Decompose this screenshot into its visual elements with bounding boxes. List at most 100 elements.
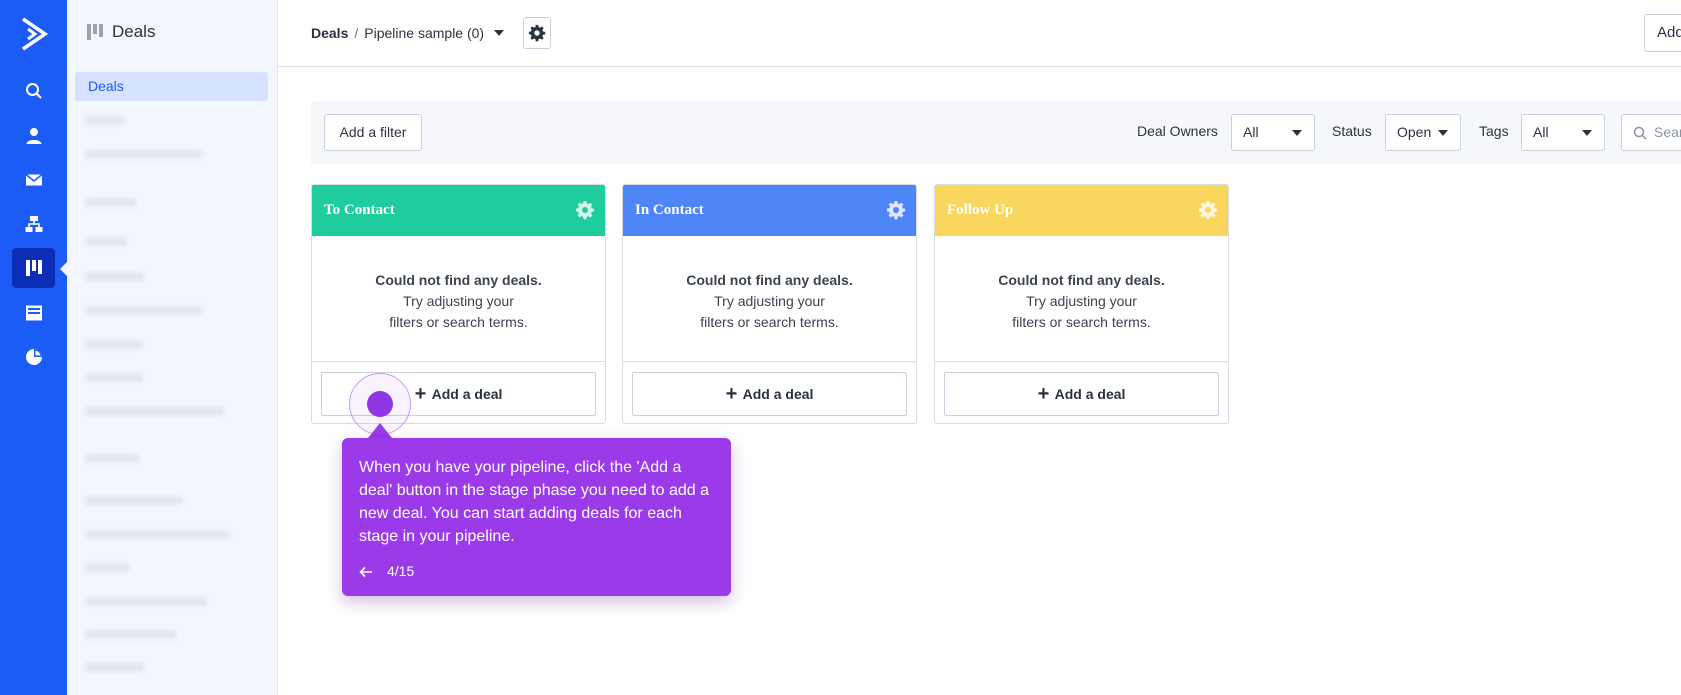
status-label: Status	[1332, 123, 1372, 139]
gear-icon[interactable]	[575, 200, 595, 220]
search-input[interactable]: Search	[1621, 114, 1681, 151]
gear-icon[interactable]	[886, 200, 906, 220]
stage-header: In Contact	[623, 185, 916, 236]
blurred-sidebar-item[interactable]	[85, 597, 207, 606]
blurred-sidebar-item[interactable]	[85, 237, 127, 246]
sidebar-title: Deals	[112, 22, 156, 41]
add-deal-top-button[interactable]: Add	[1644, 14, 1681, 52]
stage-header: To Contact	[312, 185, 605, 236]
blurred-sidebar-item[interactable]	[85, 563, 130, 572]
chevron-down-icon	[1292, 130, 1302, 136]
filter-bar: Add a filter Deal Owners All Status Open…	[311, 101, 1681, 164]
add-filter-button[interactable]: Add a filter	[324, 114, 422, 151]
empty-title: Could not find any deals.	[375, 272, 542, 288]
search-icon	[1633, 126, 1647, 140]
breadcrumb: Deals / Pipeline sample (0)	[311, 25, 505, 41]
empty-title: Could not find any deals.	[998, 272, 1165, 288]
deals-icon	[25, 260, 42, 276]
empty-title: Could not find any deals.	[686, 272, 853, 288]
guide-tooltip: When you have your pipeline, click the '…	[342, 438, 731, 596]
rail-search[interactable]	[12, 71, 55, 111]
empty-hint-line: Try adjusting your	[403, 293, 514, 309]
rail-automations[interactable]	[12, 204, 55, 244]
stage-title: To Contact	[324, 202, 395, 218]
deals-icon	[87, 24, 103, 40]
tags-select[interactable]: All	[1521, 114, 1605, 151]
blurred-sidebar-item[interactable]	[85, 373, 143, 382]
rail-campaigns[interactable]	[12, 160, 55, 200]
add-deal-label: Add a deal	[431, 386, 503, 402]
plus-icon: +	[1037, 383, 1050, 405]
search-icon	[25, 83, 42, 99]
stage-column: Follow Up Could not find any deals. Try …	[934, 184, 1229, 424]
app-root: Deals Deals Deals / Pipeline sample (0) …	[0, 0, 1681, 695]
empty-state: Could not find any deals. Try adjusting …	[623, 236, 916, 362]
chevron-down-icon[interactable]	[494, 30, 505, 36]
blurred-sidebar-item[interactable]	[85, 530, 230, 539]
empty-hint-line: filters or search terms.	[1012, 314, 1151, 330]
rail-reports[interactable]	[12, 337, 55, 377]
gear-icon	[528, 24, 546, 42]
blurred-sidebar-item[interactable]	[85, 663, 145, 672]
deals-sidebar: Deals Deals	[67, 0, 278, 695]
stage-title: Follow Up	[947, 202, 1014, 218]
add-deal-label: Add a deal	[1054, 386, 1126, 402]
logo-icon[interactable]	[19, 16, 49, 52]
blurred-sidebar-item[interactable]	[85, 340, 143, 349]
rail-deals[interactable]	[12, 248, 55, 288]
sidebar-header: Deals	[87, 22, 155, 42]
empty-hint-line: filters or search terms.	[389, 314, 528, 330]
blurred-sidebar-item[interactable]	[85, 272, 145, 281]
gear-icon[interactable]	[1198, 200, 1218, 220]
plus-icon: +	[414, 383, 427, 405]
add-deal-button[interactable]: + Add a deal	[944, 372, 1219, 416]
breadcrumb-separator: /	[354, 25, 359, 41]
deal-owners-select[interactable]: All	[1231, 114, 1315, 151]
empty-state: Could not find any deals. Try adjusting …	[935, 236, 1228, 362]
empty-hint-line: Try adjusting your	[1026, 293, 1137, 309]
tooltip-pointer	[368, 423, 392, 438]
rail-site[interactable]	[12, 293, 55, 333]
blurred-sidebar-item[interactable]	[85, 116, 125, 125]
empty-hint-line: filters or search terms.	[700, 314, 839, 330]
tags-value: All	[1533, 124, 1549, 140]
arrow-left-icon[interactable]	[359, 566, 373, 578]
plus-icon: +	[725, 383, 738, 405]
status-value: Open	[1397, 124, 1432, 140]
icon-rail	[0, 0, 67, 695]
tooltip-text: When you have your pipeline, click the '…	[359, 459, 709, 545]
search-placeholder: Search	[1654, 124, 1681, 140]
blurred-sidebar-item[interactable]	[85, 306, 203, 315]
blurred-sidebar-item[interactable]	[85, 407, 225, 416]
blurred-sidebar-item[interactable]	[85, 630, 177, 639]
empty-state: Could not find any deals. Try adjusting …	[312, 236, 605, 362]
step-counter: 4/15	[387, 563, 415, 579]
email-icon	[25, 173, 42, 186]
stage-title: In Contact	[635, 202, 704, 218]
chevron-down-icon	[1582, 130, 1592, 136]
deal-owners-label: Deal Owners	[1137, 123, 1218, 139]
blurred-sidebar-item[interactable]	[85, 496, 183, 505]
add-deal-button[interactable]: + Add a deal	[632, 372, 907, 416]
pipeline-settings-button[interactable]	[523, 17, 551, 49]
deal-owners-value: All	[1243, 124, 1259, 140]
status-select[interactable]: Open	[1385, 114, 1461, 151]
add-deal-label: Add a deal	[742, 386, 814, 402]
empty-hint-line: Try adjusting your	[714, 293, 825, 309]
tooltip-footer: 4/15	[359, 560, 414, 583]
tags-label: Tags	[1479, 123, 1509, 139]
page-header: Deals / Pipeline sample (0) Add	[278, 0, 1681, 67]
blurred-sidebar-section	[85, 198, 137, 207]
guide-hotspot[interactable]	[367, 391, 393, 417]
rail-contacts[interactable]	[12, 116, 55, 156]
blurred-sidebar-section	[85, 454, 140, 463]
pipeline-selector[interactable]: Pipeline sample (0)	[364, 25, 484, 41]
stage-column: In Contact Could not find any deals. Try…	[622, 184, 917, 424]
reports-icon	[25, 349, 42, 365]
contacts-icon	[26, 128, 41, 144]
breadcrumb-root[interactable]: Deals	[311, 25, 348, 41]
stage-header: Follow Up	[935, 185, 1228, 236]
sidebar-item-deals[interactable]: Deals	[75, 72, 268, 101]
blurred-sidebar-item[interactable]	[85, 150, 203, 159]
automations-icon	[25, 216, 42, 232]
